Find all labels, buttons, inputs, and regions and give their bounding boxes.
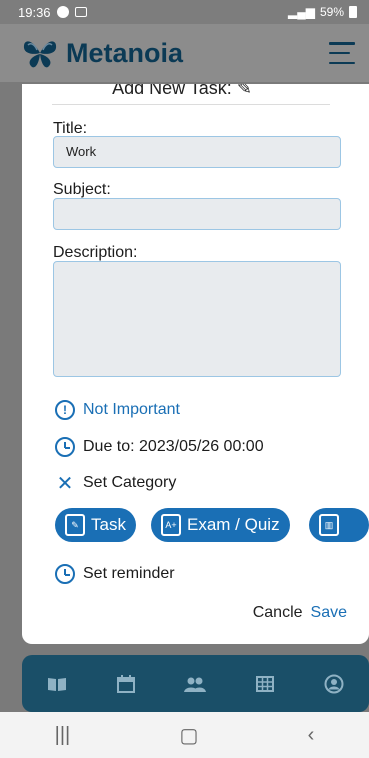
subject-input[interactable] bbox=[53, 198, 341, 230]
status-bar: 19:36 ▂▄▆ 59% bbox=[0, 0, 369, 24]
menu-icon[interactable] bbox=[329, 42, 355, 64]
building-icon: ▥ bbox=[319, 514, 339, 536]
battery-icon bbox=[349, 6, 357, 18]
description-label: Description: bbox=[53, 244, 138, 261]
chip-partial[interactable]: ▥ bbox=[309, 508, 369, 542]
pencil-icon: ✎ bbox=[236, 84, 252, 98]
title-input[interactable]: Work bbox=[53, 136, 341, 168]
signal-icon: ▂▄▆ bbox=[288, 5, 315, 19]
modal-heading: Add New Task: ✎ bbox=[52, 84, 312, 99]
modal-actions: Cancle Save bbox=[22, 604, 369, 622]
set-category-row[interactable]: ✕ Set Category bbox=[55, 473, 177, 495]
app-bar: Metanoia bbox=[0, 24, 369, 82]
chip-task[interactable]: ✎ Task bbox=[55, 508, 136, 542]
description-textarea[interactable] bbox=[53, 261, 341, 377]
exam-document-icon: A+ bbox=[161, 514, 181, 536]
subject-label: Subject: bbox=[53, 181, 111, 198]
heading-divider bbox=[52, 104, 330, 105]
app-title: Metanoia bbox=[66, 37, 184, 68]
close-icon[interactable]: ✕ bbox=[55, 473, 75, 495]
book-icon[interactable] bbox=[46, 673, 68, 695]
notification-icon bbox=[56, 6, 69, 18]
status-right: ▂▄▆ 59% bbox=[288, 5, 357, 19]
add-task-modal: Add New Task: ✎ Title: Work Subject: Des… bbox=[22, 84, 369, 644]
category-chips: ✎ Task A+ Exam / Quiz ▥ bbox=[55, 508, 369, 542]
importance-toggle[interactable]: ! Not Important bbox=[55, 400, 180, 420]
due-date-picker[interactable]: Due to: 2023/05/26 00:00 bbox=[55, 437, 264, 457]
calendar-icon[interactable] bbox=[115, 673, 137, 695]
battery-percent: 59% bbox=[319, 5, 344, 19]
back-icon[interactable]: ‹ bbox=[308, 724, 315, 747]
status-left: 19:36 bbox=[18, 5, 87, 20]
people-icon[interactable] bbox=[184, 673, 207, 695]
alarm-clock-icon bbox=[55, 564, 75, 584]
cancel-button[interactable]: Cancle bbox=[253, 604, 303, 622]
info-icon: ! bbox=[55, 400, 75, 420]
modal-heading-text: Add New Task: bbox=[112, 84, 232, 98]
clipboard-icon: ✎ bbox=[65, 514, 85, 536]
recent-apps-icon[interactable]: ||| bbox=[55, 724, 71, 747]
set-reminder-row[interactable]: Set reminder bbox=[55, 564, 175, 584]
profile-icon[interactable] bbox=[323, 673, 345, 695]
set-reminder-label: Set reminder bbox=[83, 565, 175, 582]
home-icon[interactable]: ▢ bbox=[179, 723, 198, 748]
bottom-nav bbox=[22, 655, 369, 712]
table-icon[interactable] bbox=[254, 673, 276, 695]
importance-label: Not Important bbox=[83, 401, 180, 418]
gallery-icon bbox=[74, 7, 87, 17]
chip-exam-quiz[interactable]: A+ Exam / Quiz bbox=[151, 508, 290, 542]
butterfly-logo-icon bbox=[23, 41, 57, 68]
chip-exam-label: Exam / Quiz bbox=[187, 515, 280, 534]
system-nav-bar: ||| ▢ ‹ bbox=[0, 712, 369, 758]
set-category-label: Set Category bbox=[83, 474, 177, 491]
clock-icon bbox=[55, 437, 75, 457]
due-date-label: Due to: 2023/05/26 00:00 bbox=[83, 438, 264, 455]
status-time: 19:36 bbox=[18, 4, 51, 20]
chip-task-label: Task bbox=[91, 515, 126, 534]
save-button[interactable]: Save bbox=[311, 604, 347, 622]
brand: Metanoia bbox=[22, 36, 183, 70]
